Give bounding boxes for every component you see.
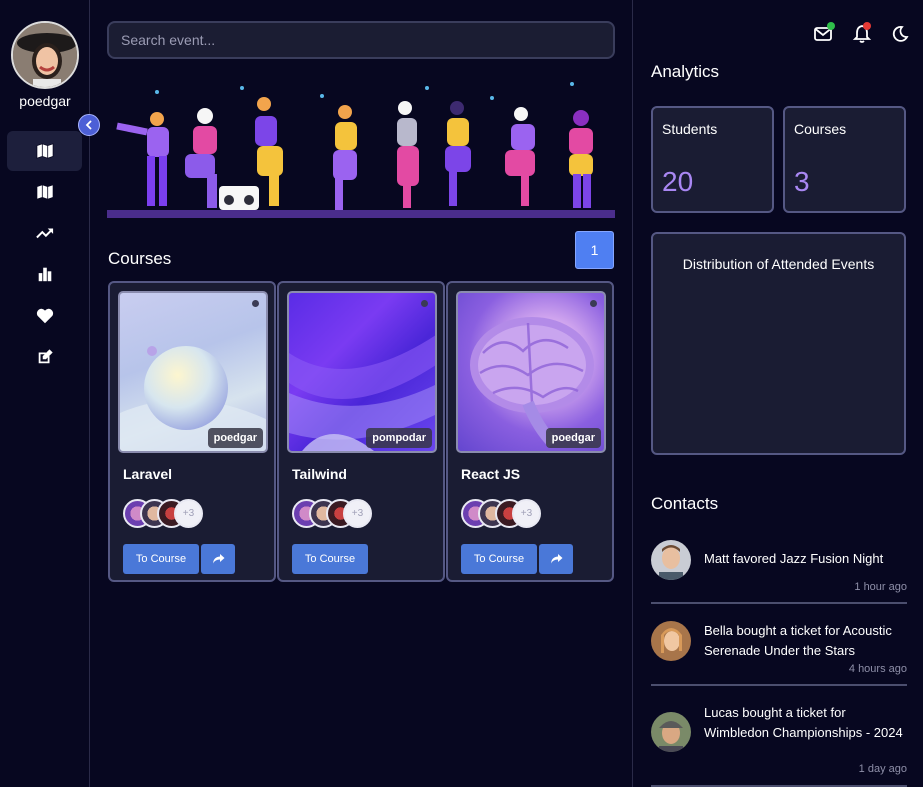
author-tag: poedgar [545, 428, 601, 448]
status-dot [252, 300, 259, 307]
contact-activity: Bella bought a ticket for Acoustic Seren… [704, 623, 892, 658]
stat-value: 3 [794, 166, 810, 197]
contact-item[interactable]: Matt favored Jazz Fusion Night 1 hour ag… [651, 538, 907, 604]
hero-banner [107, 74, 615, 222]
author-tag: poedgar [207, 428, 263, 448]
attendee-avatars: +3 [292, 499, 382, 529]
avatar [651, 621, 691, 661]
nav-item-edit[interactable] [7, 337, 82, 377]
course-title: Laravel [123, 466, 173, 482]
courses-title: Courses [108, 249, 172, 268]
nav-item-map-2[interactable] [7, 172, 82, 212]
search-input[interactable] [107, 21, 615, 59]
course-card-tailwind: pompodar Tailwind +3 To Course [277, 281, 445, 582]
course-image[interactable]: poedgar [456, 291, 606, 453]
distribution-chart-card: Distribution of Attended Events [651, 232, 906, 455]
heart-icon [36, 308, 53, 324]
stat-label: Students [662, 121, 718, 137]
username: poedgar [19, 93, 71, 109]
to-course-button[interactable]: To Course [461, 544, 537, 574]
moon-icon [892, 26, 909, 42]
contacts-title: Contacts [651, 494, 719, 513]
edit-icon [38, 349, 53, 364]
nav-item-favorites[interactable] [7, 296, 82, 336]
contact-activity: Matt favored Jazz Fusion Night [704, 551, 884, 566]
to-course-button[interactable]: To Course [292, 544, 368, 574]
contact-activity: Lucas bought a ticket for Wimbledon Cham… [704, 705, 903, 740]
notifications-button[interactable] [852, 22, 872, 44]
more-attendees-count: +3 [174, 499, 203, 528]
course-card-laravel: poedgar Laravel +3 To Course [108, 281, 276, 582]
more-attendees-count: +3 [343, 499, 372, 528]
course-card-react: poedgar React JS +3 To Course [446, 281, 614, 582]
avatar[interactable] [11, 21, 79, 89]
course-title: React JS [461, 466, 521, 482]
contact-item[interactable]: Lucas bought a ticket for Wimbledon Cham… [651, 702, 907, 787]
chart-title: Distribution of Attended Events [682, 256, 875, 272]
courses-stat-card: Courses 3 [783, 106, 906, 213]
mail-button[interactable] [813, 22, 835, 44]
stat-label: Courses [794, 121, 847, 137]
contact-time: 1 hour ago [854, 581, 907, 593]
contact-item[interactable]: Bella bought a ticket for Acoustic Seren… [651, 620, 907, 686]
sidebar: poedgar [0, 0, 100, 787]
status-dot [421, 300, 428, 307]
author-tag: pompodar [366, 428, 432, 448]
share-button[interactable] [539, 544, 573, 574]
share-icon [212, 554, 224, 564]
avatar [651, 540, 691, 580]
notification-badge [863, 22, 871, 30]
course-title: Tailwind [292, 466, 347, 482]
collapse-sidebar-button[interactable] [78, 114, 100, 136]
chevron-left-icon [85, 120, 92, 130]
trending-up-icon [35, 228, 53, 239]
attendee-avatars: +3 [123, 499, 213, 529]
status-dot [590, 300, 597, 307]
contact-time: 4 hours ago [848, 663, 907, 675]
stat-value: 20 [662, 166, 694, 197]
nav-item-stats[interactable] [7, 254, 82, 294]
more-attendees-count: +3 [512, 499, 541, 528]
map-icon [35, 184, 54, 200]
contact-time: 1 day ago [858, 763, 907, 775]
pagination-page-1[interactable]: 1 [575, 231, 614, 269]
theme-toggle-button[interactable] [890, 24, 910, 44]
mail-badge [827, 22, 835, 30]
share-button[interactable] [201, 544, 235, 574]
avatar [651, 712, 691, 752]
map-icon [35, 143, 54, 159]
students-stat-card: Students 20 [651, 106, 774, 213]
analytics-title: Analytics [651, 62, 720, 81]
course-image[interactable]: pompodar [287, 291, 437, 453]
course-image[interactable]: poedgar [118, 291, 268, 453]
share-icon [550, 554, 562, 564]
nav-item-trending[interactable] [7, 213, 82, 253]
attendee-avatars: +3 [461, 499, 551, 529]
bar-chart-icon [38, 267, 51, 282]
to-course-button[interactable]: To Course [123, 544, 199, 574]
nav-item-map[interactable] [7, 131, 82, 171]
